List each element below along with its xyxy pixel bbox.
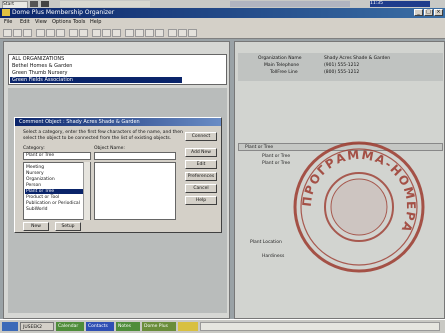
- menu-bar: File Edit View Options Tools Help: [0, 18, 445, 27]
- toll-free-value[interactable]: (800) 555-1212: [324, 70, 359, 75]
- category-item[interactable]: SubWorld: [26, 207, 47, 212]
- list-item[interactable]: Green Thumb Nursery: [12, 70, 67, 76]
- org-name-value[interactable]: Shady Acres Shade & Garden: [324, 56, 390, 61]
- hardiness-label: Hardiness: [262, 254, 285, 259]
- title-bar: Dome Plus Membership Organizer _ □ ×: [0, 8, 445, 18]
- cancel-button[interactable]: Cancel: [185, 184, 217, 193]
- preferences-button[interactable]: Preferences: [185, 172, 217, 181]
- taskbar-item[interactable]: JUSEEK2: [20, 322, 54, 331]
- rubber-stamp: ПРОГРАММА-НОМЕРА: [293, 141, 425, 273]
- organization-details: Organization Name Shady Acres Shade & Ga…: [238, 53, 443, 81]
- quicklaunch-icon[interactable]: [41, 1, 49, 7]
- toolbar-button[interactable]: [69, 29, 78, 37]
- toolbar-button[interactable]: [56, 29, 65, 37]
- toolbar-button[interactable]: [178, 29, 187, 37]
- toolbar-button[interactable]: [102, 29, 111, 37]
- toolbar-button[interactable]: [168, 29, 177, 37]
- task-strip: [60, 1, 150, 7]
- plant-location-label: Plant Location: [250, 240, 282, 245]
- toolbar-button[interactable]: [13, 29, 22, 37]
- tab-plant-or-tree[interactable]: Plant or Tree: [245, 145, 273, 150]
- organization-list[interactable]: ALL ORGANIZATIONS Bethel Homes & Garden …: [8, 54, 227, 85]
- category-item-selected[interactable]: Plant or Tree: [25, 189, 83, 194]
- list-item[interactable]: Bethel Homes & Garden: [12, 63, 72, 69]
- toolbar-button[interactable]: [23, 29, 32, 37]
- system-strip: Start 11:35: [0, 0, 445, 9]
- toolbar: [0, 27, 445, 39]
- task-strip: [230, 1, 350, 7]
- toolbar-button[interactable]: [3, 29, 12, 37]
- taskbar-item[interactable]: Calendar: [56, 322, 84, 331]
- category-item[interactable]: Nursery: [26, 171, 44, 176]
- dialog-title-bar: Comment Object : Shady Acres Shade & Gar…: [15, 118, 221, 126]
- comment-object-dialog: Comment Object : Shady Acres Shade & Gar…: [14, 117, 222, 233]
- main-phone-value[interactable]: (901) 555-1212: [324, 63, 359, 68]
- taskbar-item[interactable]: Contacts: [86, 322, 114, 331]
- object-name-label: Object Name:: [94, 146, 125, 151]
- category-item[interactable]: Product or Tool: [26, 195, 59, 200]
- toolbar-button[interactable]: [46, 29, 55, 37]
- taskbar-item[interactable]: Notes: [116, 322, 140, 331]
- toolbar-button[interactable]: [92, 29, 101, 37]
- close-button[interactable]: ×: [434, 9, 443, 16]
- category-item[interactable]: Organization: [26, 177, 55, 182]
- category-field[interactable]: Plant or Tree: [23, 152, 91, 160]
- toolbar-button[interactable]: [135, 29, 144, 37]
- category-item[interactable]: Meeting: [26, 165, 44, 170]
- toolbar-button[interactable]: [125, 29, 134, 37]
- menu-options[interactable]: Options: [52, 19, 71, 25]
- object-name-field[interactable]: [94, 152, 176, 160]
- dialog-instructions: Select a category, enter the first few c…: [23, 130, 183, 141]
- window-title: Dome Plus Membership Organizer: [12, 9, 115, 16]
- taskbar-item[interactable]: Dome Plus: [142, 322, 176, 331]
- add-new-button[interactable]: Add New: [185, 148, 217, 157]
- object-list[interactable]: [94, 162, 176, 220]
- toolbar-button[interactable]: [36, 29, 45, 37]
- menu-help[interactable]: Help: [90, 19, 101, 25]
- toolbar-button[interactable]: [112, 29, 121, 37]
- minimize-button[interactable]: _: [414, 9, 423, 16]
- category-label: Category:: [23, 146, 45, 151]
- dialog-title: Comment Object : Shady Acres Shade & Gar…: [19, 119, 140, 125]
- setup-button[interactable]: Setup: [55, 222, 81, 231]
- app-icon: [2, 9, 10, 16]
- list-item-selected[interactable]: Green Fields Association: [10, 77, 182, 83]
- toolbar-button[interactable]: [79, 29, 88, 37]
- help-button[interactable]: Help: [185, 196, 217, 205]
- category-item[interactable]: Publication or Periodical: [26, 201, 80, 206]
- edit-button[interactable]: Edit: [185, 160, 217, 169]
- category-scrollbar[interactable]: [83, 162, 90, 220]
- toolbar-button[interactable]: [155, 29, 164, 37]
- maximize-button[interactable]: □: [424, 9, 433, 16]
- org-name-label: Organization Name: [258, 56, 302, 61]
- taskbar-item[interactable]: [178, 322, 198, 331]
- taskbar-tray: [200, 322, 440, 331]
- quicklaunch-icon[interactable]: [30, 1, 38, 7]
- plant-label: Plant or Tree: [262, 154, 291, 159]
- new-button[interactable]: New: [23, 222, 49, 231]
- clock-text: 11:35: [370, 1, 383, 6]
- taskbar: JUSEEK2 Calendar Contacts Notes Dome Plu…: [0, 319, 445, 333]
- main-phone-label: Main Telephone: [264, 63, 300, 68]
- menu-view[interactable]: View: [35, 19, 47, 25]
- start-icon[interactable]: [2, 322, 18, 331]
- menu-file[interactable]: File: [4, 19, 12, 25]
- connect-button[interactable]: Connect: [185, 132, 217, 141]
- tray-clock: 11:35: [370, 1, 430, 7]
- menu-tools[interactable]: Tools: [73, 19, 85, 25]
- category-item[interactable]: Person: [26, 183, 41, 188]
- list-header: ALL ORGANIZATIONS: [12, 56, 65, 62]
- toolbar-button[interactable]: [188, 29, 197, 37]
- start-label: Start: [3, 2, 14, 7]
- menu-edit[interactable]: Edit: [20, 19, 30, 25]
- toll-free-label: TollFree Line: [270, 70, 298, 75]
- plant-label: Plant or Tree: [262, 161, 291, 166]
- toolbar-button[interactable]: [145, 29, 154, 37]
- category-list[interactable]: Meeting Nursery Organization Person Plan…: [23, 162, 91, 220]
